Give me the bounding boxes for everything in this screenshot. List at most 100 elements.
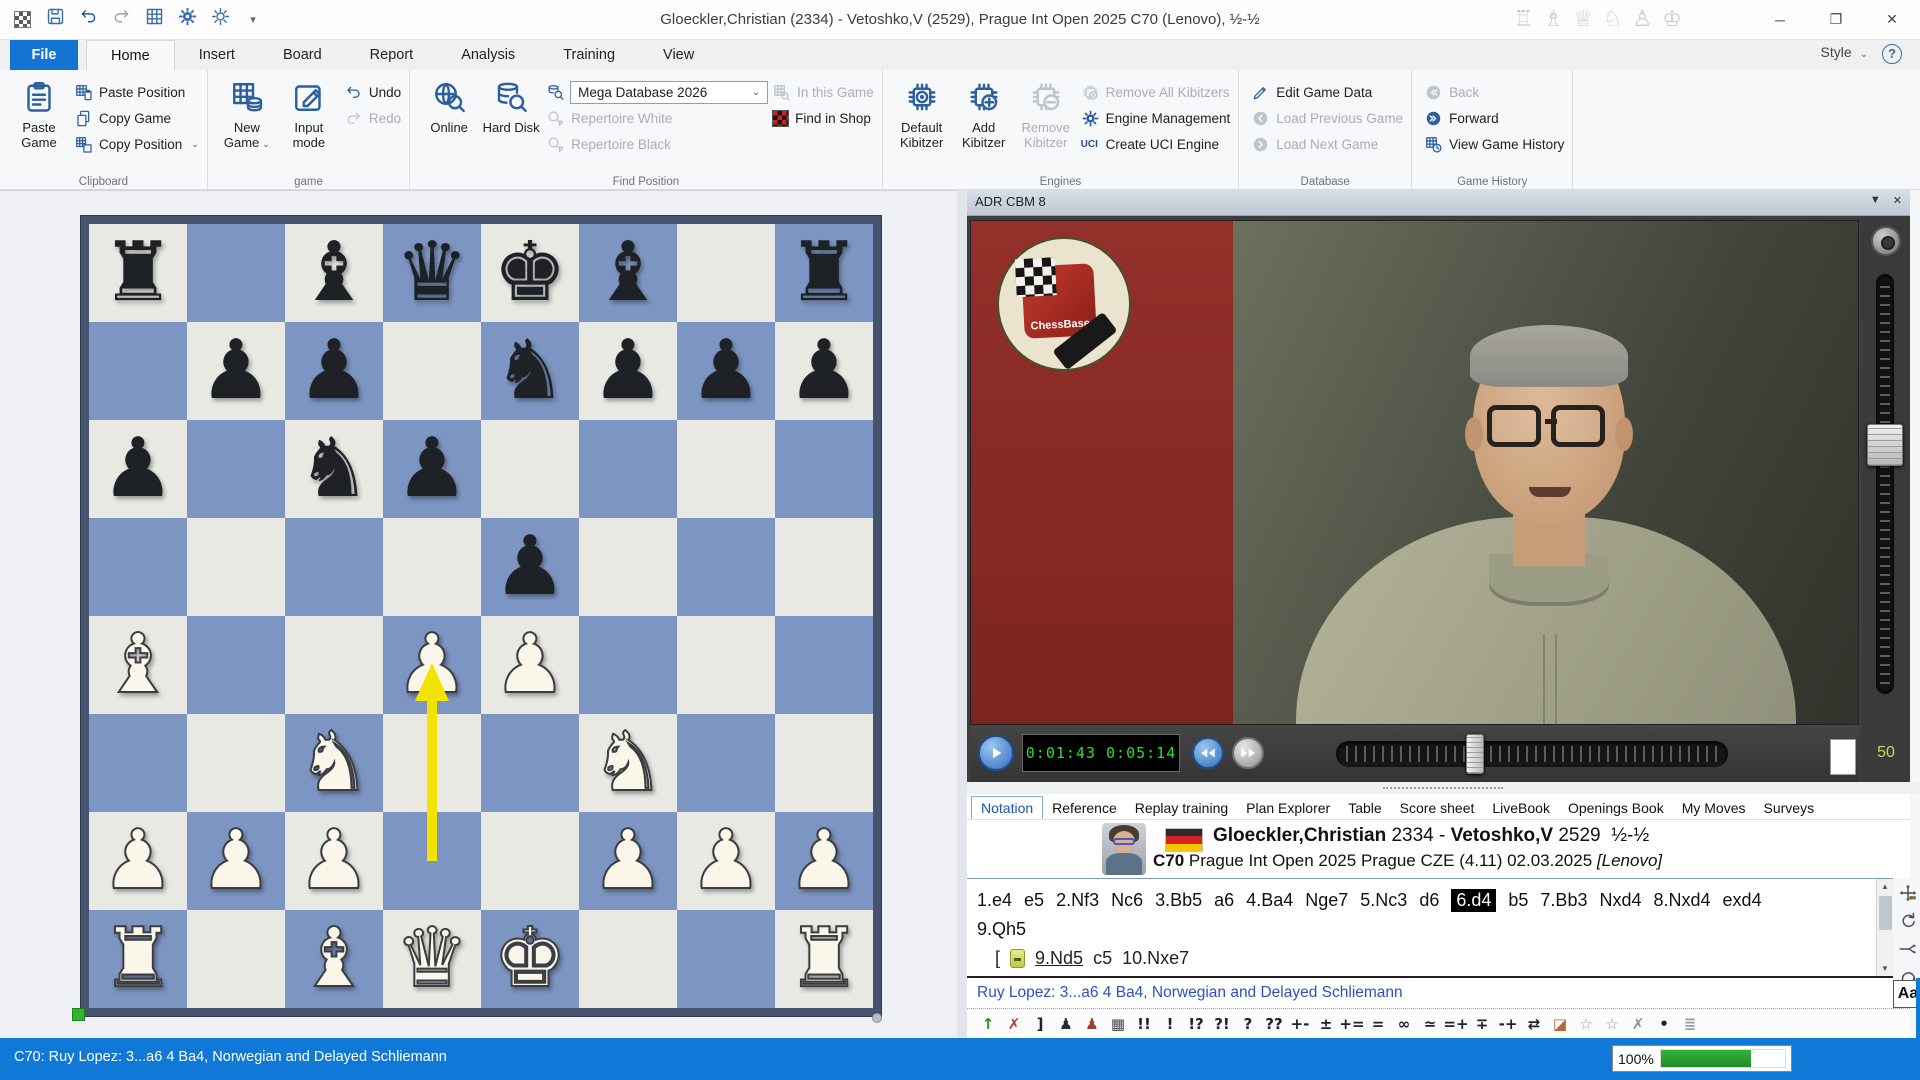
square-g1[interactable] — [677, 910, 775, 1008]
white-piece[interactable]: ♟ — [493, 616, 567, 714]
square-g2[interactable]: ♟ — [677, 812, 775, 910]
square-a4[interactable]: ♝ — [89, 616, 187, 714]
annotation-symbol-button[interactable]: ↑ — [975, 1015, 1001, 1033]
notation-tab-score-sheet[interactable]: Score sheet — [1391, 797, 1484, 819]
square-c1[interactable]: ♝ — [285, 910, 383, 1008]
annotation-symbol-button[interactable]: ?! — [1209, 1015, 1235, 1033]
square-a2[interactable]: ♟ — [89, 812, 187, 910]
annotation-symbol-button[interactable]: ∞ — [1391, 1015, 1417, 1033]
square-b8[interactable] — [187, 224, 285, 322]
black-piece[interactable]: ♟ — [297, 322, 371, 420]
black-piece[interactable]: ♟ — [493, 518, 567, 616]
annotation-symbol-button[interactable]: • — [1651, 1015, 1677, 1033]
annotation-symbol-button[interactable]: ♟ — [1079, 1015, 1105, 1033]
ribbon-tab-insert[interactable]: Insert — [175, 40, 259, 70]
move[interactable]: b5 — [1508, 890, 1528, 911]
volume-handle[interactable] — [1867, 424, 1903, 466]
load-next-game-button[interactable]: Load Next Game — [1251, 131, 1403, 157]
square-c6[interactable]: ♞ — [285, 420, 383, 518]
square-d1[interactable]: ♛ — [383, 910, 481, 1008]
vertical-splitter[interactable] — [957, 190, 967, 1038]
qa-more-button[interactable]: ▾ — [241, 7, 265, 31]
square-h2[interactable]: ♟ — [775, 812, 873, 910]
close-button[interactable]: ✕ — [1864, 0, 1920, 39]
qa-lighting-button[interactable] — [208, 7, 232, 31]
annotation-symbol-button[interactable]: +- — [1287, 1015, 1313, 1033]
square-g5[interactable] — [677, 518, 775, 616]
paste-game-button[interactable]: Paste Game — [8, 75, 70, 171]
mega-database-2026-button[interactable]: Mega Database 2026⌄ — [546, 79, 768, 105]
square-c4[interactable] — [285, 616, 383, 714]
move[interactable]: 1.e4 — [977, 890, 1012, 911]
annotation-symbol-button[interactable]: ✗ — [1001, 1015, 1027, 1033]
new-game-button[interactable]: New Game⌄ — [216, 75, 278, 171]
default-kibitzer-button[interactable]: Default Kibitzer — [891, 75, 953, 171]
board-resize-handle[interactable] — [872, 1013, 882, 1023]
white-piece[interactable]: ♜ — [101, 910, 175, 1008]
minimize-button[interactable]: ─ — [1752, 0, 1808, 39]
move[interactable]: 7.Bb3 — [1540, 890, 1587, 911]
square-g6[interactable] — [677, 420, 775, 518]
square-a5[interactable] — [89, 518, 187, 616]
edit-game-data-button[interactable]: Edit Game Data — [1251, 79, 1403, 105]
white-piece[interactable]: ♟ — [787, 812, 861, 910]
move[interactable]: d6 — [1419, 890, 1439, 911]
play-button[interactable] — [978, 735, 1014, 771]
black-piece[interactable]: ♟ — [101, 420, 175, 518]
speaker-icon[interactable] — [1871, 226, 1901, 256]
square-b4[interactable] — [187, 616, 285, 714]
square-b7[interactable]: ♟ — [187, 322, 285, 420]
square-h8[interactable]: ♜ — [775, 224, 873, 322]
paste-position-button[interactable]: Paste Position — [74, 79, 199, 105]
annotation-symbol-button[interactable]: =+ — [1443, 1015, 1469, 1033]
annotation-symbol-button[interactable]: = — [1365, 1015, 1391, 1033]
move[interactable]: 9.Qh5 — [977, 919, 1026, 940]
ribbon-tab-analysis[interactable]: Analysis — [437, 40, 539, 70]
branch-variation-icon[interactable] — [1897, 938, 1919, 960]
moves-scrollbar[interactable]: ▲ ▼ — [1876, 879, 1893, 976]
square-g3[interactable] — [677, 714, 775, 812]
scroll-thumb[interactable] — [1879, 896, 1892, 930]
square-e3[interactable] — [481, 714, 579, 812]
ribbon-tab-home[interactable]: Home — [86, 40, 175, 70]
annotation-symbol-button[interactable]: !! — [1131, 1015, 1157, 1033]
square-e7[interactable]: ♞ — [481, 322, 579, 420]
zoom-widget[interactable]: 100% — [1612, 1045, 1792, 1072]
white-piece[interactable]: ♟ — [591, 812, 665, 910]
square-f1[interactable] — [579, 910, 677, 1008]
notation-tab-livebook[interactable]: LiveBook — [1483, 797, 1559, 819]
copy-game-button[interactable]: Copy Game — [74, 105, 199, 131]
white-piece[interactable]: ♟ — [199, 812, 273, 910]
white-piece[interactable]: ♝ — [101, 616, 175, 714]
scroll-down-icon[interactable]: ▼ — [1877, 961, 1893, 976]
move[interactable]: 4.Ba4 — [1246, 890, 1293, 911]
square-c2[interactable]: ♟ — [285, 812, 383, 910]
square-e5[interactable]: ♟ — [481, 518, 579, 616]
square-d5[interactable] — [383, 518, 481, 616]
black-piece[interactable]: ♝ — [297, 224, 371, 322]
notation-tab-surveys[interactable]: Surveys — [1755, 797, 1824, 819]
in-this-game-button[interactable]: In this Game — [772, 79, 874, 105]
notation-tab-replay-training[interactable]: Replay training — [1126, 797, 1237, 819]
copy-position-button[interactable]: Copy Position⌄ — [74, 131, 199, 157]
square-d6[interactable]: ♟ — [383, 420, 481, 518]
ribbon-tab-view[interactable]: View — [639, 40, 718, 70]
square-a7[interactable] — [89, 322, 187, 420]
square-f4[interactable] — [579, 616, 677, 714]
annotation-symbol-button[interactable]: ≣ — [1677, 1015, 1703, 1033]
annotation-symbol-button[interactable]: -+ — [1495, 1015, 1521, 1033]
annotation-symbol-button[interactable]: ∓ — [1469, 1015, 1495, 1033]
white-piece[interactable]: ♞ — [591, 714, 665, 812]
view-game-history-button[interactable]: View Game History — [1424, 131, 1564, 157]
cycle-variations-icon[interactable] — [1897, 910, 1919, 932]
repertoire-white-button[interactable]: Repertoire White — [546, 105, 768, 131]
square-d4[interactable]: ♟ — [383, 616, 481, 714]
notation-tab-openings-book[interactable]: Openings Book — [1559, 797, 1673, 819]
black-piece[interactable]: ♝ — [591, 224, 665, 322]
black-piece[interactable]: ♞ — [493, 322, 567, 420]
move[interactable]: 5.Nc3 — [1360, 890, 1407, 911]
square-c5[interactable] — [285, 518, 383, 616]
engine-management-button[interactable]: Engine Management — [1081, 105, 1231, 131]
maximize-button[interactable]: ❐ — [1808, 0, 1864, 39]
black-piece[interactable]: ♟ — [395, 420, 469, 518]
